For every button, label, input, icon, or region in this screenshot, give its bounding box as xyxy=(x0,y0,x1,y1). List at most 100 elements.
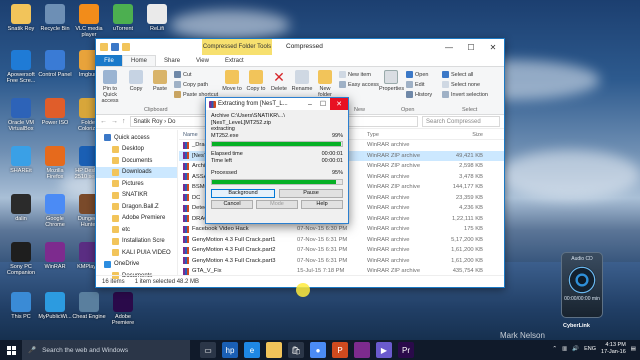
minimize-button[interactable]: — xyxy=(438,39,460,55)
new-item-button[interactable]: New item xyxy=(339,71,371,78)
audio-widget-time: 00:00/00:00 min xyxy=(564,296,600,302)
cancel-button[interactable]: Cancel xyxy=(211,199,253,209)
nav-item[interactable]: Installation Scre xyxy=(96,236,177,248)
desktop-icon[interactable]: MyPublicWi... xyxy=(38,292,72,320)
tab-extract[interactable]: Extract xyxy=(217,55,252,66)
file-row[interactable]: GenyMotion 4.3 Full Crack.part1 07-Nov-15… xyxy=(179,235,504,246)
mode-button[interactable]: Mode xyxy=(256,199,298,209)
nav-item[interactable]: Desktop xyxy=(96,144,177,156)
properties-button[interactable]: Properties xyxy=(379,70,404,92)
nav-item[interactable]: KALI PUIA VIDEO xyxy=(96,247,177,259)
desktop-icon[interactable]: Oracle VM VirtualBox xyxy=(4,98,38,132)
tray-up-arrow-icon[interactable]: ⌃ xyxy=(552,346,557,352)
paste-button[interactable]: Paste xyxy=(148,70,172,92)
winrar-taskbar-icon[interactable] xyxy=(354,342,370,358)
scissors-icon xyxy=(174,71,181,78)
network-icon[interactable]: ▥ xyxy=(562,346,567,352)
nav-item[interactable]: Documents xyxy=(96,155,177,167)
search-input[interactable]: Search Compressed xyxy=(422,116,500,127)
nav-item[interactable]: Dragon.Ball.Z xyxy=(96,201,177,213)
powerpoint-icon[interactable]: P xyxy=(332,342,348,358)
tab-view[interactable]: View xyxy=(188,55,217,66)
dialog-maximize-button[interactable]: ☐ xyxy=(317,98,329,110)
history-button[interactable]: History xyxy=(406,91,432,98)
nav-item[interactable]: OneDrive xyxy=(96,259,177,271)
nav-item[interactable]: Adobe Premiere xyxy=(96,213,177,225)
invert-selection-button[interactable]: Invert selection xyxy=(442,91,488,98)
edge-icon[interactable]: e xyxy=(244,342,260,358)
desktop-icon[interactable]: Mozilla Firefox xyxy=(38,146,72,180)
hp-icon[interactable]: hp xyxy=(222,342,238,358)
rename-button[interactable]: Rename xyxy=(290,70,314,92)
desktop-icon[interactable]: WinRAR xyxy=(38,242,72,270)
notifications-icon[interactable]: ▤ xyxy=(631,346,636,352)
audio-cd-widget[interactable]: Audio CD 00:00/00:00 min xyxy=(561,252,603,318)
copy-path-button[interactable]: Copy path xyxy=(174,81,208,88)
file-row[interactable]: GenyMotion 4.3 Full Crack.part2 07-Nov-15… xyxy=(179,245,504,256)
move-to-button[interactable]: Move to xyxy=(220,70,244,92)
background-button[interactable]: Background xyxy=(211,188,275,198)
file-row[interactable]: GenyMotion 4.3 Full Crack.part3 07-Nov-15… xyxy=(179,256,504,267)
up-arrow-icon[interactable]: ↑ xyxy=(122,118,126,125)
forward-arrow-icon[interactable]: → xyxy=(111,118,118,125)
tab-file[interactable]: File xyxy=(96,55,122,66)
select-none-button[interactable]: Select none xyxy=(442,81,480,88)
help-button[interactable]: Help xyxy=(301,199,343,209)
media-icon[interactable]: ▶ xyxy=(376,342,392,358)
delete-button[interactable]: ✕ Delete xyxy=(267,70,291,92)
nav-item[interactable]: Pictures xyxy=(96,178,177,190)
desktop-icon[interactable]: Adobe Premiere xyxy=(106,292,140,326)
nav-item[interactable]: etc xyxy=(96,224,177,236)
desktop-icon[interactable]: VLC media player xyxy=(72,4,106,38)
column-type[interactable]: Type xyxy=(367,132,439,138)
cut-button[interactable]: Cut xyxy=(174,71,192,78)
chrome-icon[interactable]: ● xyxy=(310,342,326,358)
volume-icon[interactable]: 🔊 xyxy=(572,346,579,352)
dialog-close-button[interactable]: ✕ xyxy=(330,98,348,110)
close-button[interactable]: ✕ xyxy=(482,39,504,55)
edit-button[interactable]: Edit xyxy=(406,81,424,88)
dialog-minimize-button[interactable]: – xyxy=(304,98,316,110)
clock[interactable]: 4:13 PM 17-Jan-16 xyxy=(601,342,626,356)
desktop-icon[interactable]: Google Chrome xyxy=(38,194,72,228)
desktop-icon[interactable]: Sony PC Companion xyxy=(4,242,38,276)
properties-icon[interactable] xyxy=(111,43,119,51)
new-folder-button[interactable]: New folder xyxy=(313,70,337,98)
desktop-icon[interactable]: Recycle Bin xyxy=(38,4,72,32)
taskbar-search[interactable]: 🎤 Search the web and Windows xyxy=(22,340,190,360)
task-view-icon[interactable]: ▭ xyxy=(200,342,216,358)
new-folder-icon[interactable] xyxy=(122,43,130,51)
file-row[interactable]: Facebook Video Hack 07-Nov-15 6:30 PM WinR… xyxy=(179,224,504,235)
language-indicator[interactable]: ENG xyxy=(584,346,596,352)
desktop-icon[interactable]: Apowersoft Free Scre... xyxy=(4,50,38,84)
tab-home[interactable]: Home xyxy=(122,55,157,66)
copy-to-button[interactable]: Copy to xyxy=(244,70,268,92)
nav-item[interactable]: Quick access xyxy=(96,132,177,144)
desktop-icon[interactable]: ReLifi xyxy=(140,4,174,32)
start-button[interactable] xyxy=(0,340,22,360)
desktop-icon[interactable]: Power ISO xyxy=(38,98,72,126)
column-size[interactable]: Size xyxy=(439,132,483,138)
back-arrow-icon[interactable]: ← xyxy=(100,118,107,125)
desktop-icon[interactable]: Cheat Engine xyxy=(72,292,106,320)
premiere-icon[interactable]: Pr xyxy=(398,342,414,358)
nav-item[interactable]: Downloads xyxy=(96,166,177,178)
compressed-folder-tools-tab[interactable]: Compressed Folder Tools xyxy=(202,39,272,55)
desktop-icon[interactable]: This PC xyxy=(4,292,38,320)
file-explorer-icon[interactable] xyxy=(266,342,282,358)
desktop-icon[interactable]: Snatik Roy xyxy=(4,4,38,32)
maximize-button[interactable]: ☐ xyxy=(460,39,482,55)
pause-button[interactable]: Pause xyxy=(279,188,343,198)
desktop-icon[interactable]: SHAREit xyxy=(4,146,38,174)
copy-button[interactable]: Copy xyxy=(124,70,148,92)
pin-quick-access-button[interactable]: Pin to Quick access xyxy=(98,70,122,104)
desktop-icon[interactable]: dalin xyxy=(4,194,38,222)
open-button[interactable]: Open xyxy=(406,71,428,78)
tab-share[interactable]: Share xyxy=(156,55,188,66)
store-icon[interactable]: 🛍 xyxy=(288,342,304,358)
desktop-icon[interactable]: uTorrent xyxy=(106,4,140,32)
desktop-icon[interactable]: Control Panel xyxy=(38,50,72,78)
easy-access-button[interactable]: Easy access xyxy=(339,81,379,88)
select-all-button[interactable]: Select all xyxy=(442,71,473,78)
nav-item[interactable]: SNATIKR xyxy=(96,190,177,202)
